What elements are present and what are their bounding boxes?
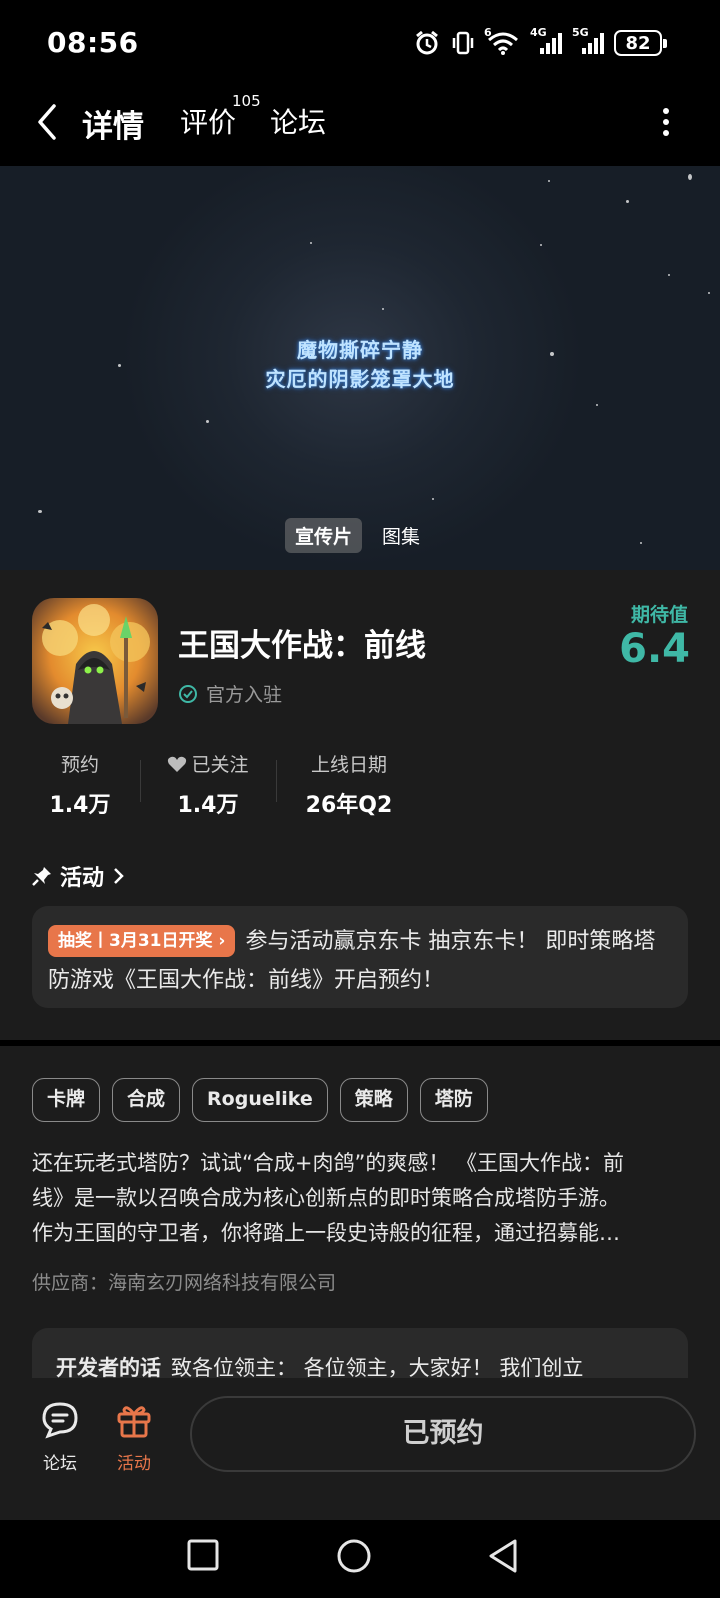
expect-value: 6.4: [619, 626, 690, 672]
game-title: 王国大作战：前线: [178, 628, 426, 664]
forum-button[interactable]: 论坛: [32, 1400, 88, 1474]
stat-value: 1.4万: [49, 793, 111, 818]
chevron-left-icon: [38, 104, 56, 140]
top-nav: 详情 评价 105 论坛: [0, 84, 720, 166]
review-count-badge: 105: [232, 92, 261, 110]
tag-list: 卡牌 合成 Roguelike 策略 塔防: [32, 1078, 488, 1122]
stat-label: 上线日期: [310, 754, 387, 776]
tag-item[interactable]: 塔防: [419, 1078, 488, 1122]
chevron-right-icon: [114, 868, 124, 884]
stat-followers[interactable]: 已关注 1.4万: [160, 750, 256, 819]
activity-title: 活动: [60, 866, 105, 891]
tab-detail-label: 详情: [82, 109, 144, 145]
home-icon[interactable]: [336, 1538, 372, 1574]
description-text[interactable]: 还在玩老式塔防？试试“合成+肉鸽”的爽感！ 《王国大作战：前 线》是一款以召唤合…: [32, 1146, 688, 1251]
developer-note-title: 开发者的话: [56, 1356, 161, 1380]
media-banner[interactable]: 魔物撕碎宁静 灾厄的阴影笼罩大地 宣传片 图集: [0, 166, 720, 570]
divider: [140, 760, 141, 802]
tag-item[interactable]: 卡牌: [32, 1078, 101, 1122]
tab-detail[interactable]: 详情: [82, 101, 144, 146]
tag-item[interactable]: 策略: [339, 1078, 408, 1122]
gift-icon: [117, 1406, 151, 1438]
tab-review[interactable]: 评价: [180, 101, 236, 141]
wifi-icon: 6: [484, 26, 520, 56]
expect-label: 期待值: [630, 604, 688, 626]
stat-release-date: 上线日期 26年Q2: [294, 750, 404, 819]
bottom-action-bar: 论坛 活动 已预约: [0, 1378, 720, 1520]
signal-5g-icon: 5G: [572, 26, 604, 56]
divider: [276, 760, 277, 802]
verified-badge: 官方入驻: [178, 680, 282, 707]
media-tab-trailer[interactable]: 宣传片: [285, 518, 363, 553]
reserved-button[interactable]: 已预约: [190, 1396, 696, 1472]
status-time: 08:56: [47, 26, 139, 59]
signal-5g-label: 5G: [572, 26, 589, 39]
stat-reservations: 预约 1.4万: [40, 750, 120, 819]
tag-item[interactable]: Roguelike: [192, 1078, 328, 1122]
stat-value: 26年Q2: [305, 793, 393, 818]
forum-label: 论坛: [43, 1454, 77, 1474]
description-line: 还在玩老式塔防？试试“合成+肉鸽”的爽感！ 《王国大作战：前: [32, 1151, 625, 1175]
vibrate-icon: [450, 30, 476, 56]
signal-4g-label: 4G: [530, 26, 547, 39]
tab-forum[interactable]: 论坛: [270, 101, 326, 141]
chat-icon: [42, 1402, 78, 1439]
stats-row: 预约 1.4万 已关注 1.4万 上线日期 26年Q2: [0, 750, 720, 820]
media-switch: 宣传片 图集: [285, 518, 430, 553]
status-bar: 08:56 6 4G 5G 82: [0, 0, 720, 84]
more-menu-button[interactable]: [660, 104, 672, 140]
wifi-badge: 6: [484, 26, 492, 39]
alarm-icon: [414, 30, 440, 56]
description-line: 作为王国的守卫者，你将踏上一段史诗般的征程，通过招募能…: [32, 1221, 620, 1245]
activity-header[interactable]: 活动: [32, 860, 126, 892]
tag-item[interactable]: 合成: [112, 1078, 181, 1122]
status-icons: 6 4G 5G 82: [414, 26, 667, 58]
more-vertical-icon: [663, 108, 669, 136]
activity-label: 活动: [117, 1454, 151, 1474]
media-tab-gallery[interactable]: 图集: [372, 518, 430, 553]
developer-note-text: 致各位领主： 各位领主，大家好！ 我们创立: [171, 1356, 584, 1380]
heart-icon: [168, 756, 187, 772]
system-nav-bar: [0, 1520, 720, 1598]
back-nav-icon[interactable]: [486, 1538, 520, 1574]
pin-icon: [32, 867, 51, 886]
stat-label: 已关注: [191, 754, 249, 776]
game-icon: [32, 598, 158, 724]
back-button[interactable]: [30, 100, 70, 144]
battery-icon: 82: [614, 30, 667, 56]
activity-button[interactable]: 活动: [106, 1400, 162, 1474]
media-caption-line1: 魔物撕碎宁静: [297, 338, 423, 362]
verified-label: 官方入驻: [206, 684, 283, 706]
description-line: 线》是一款以召唤合成为核心创新点的即时策略合成塔防手游。: [32, 1186, 620, 1210]
vendor-text: 供应商：海南玄刃网络科技有限公司: [32, 1272, 337, 1294]
game-info-card: 王国大作战：前线 官方入驻 期待值 6.4 预约 1.4万 已关注 1.4万 上…: [0, 570, 720, 1040]
check-circle-icon: [179, 684, 197, 703]
lottery-badge-label: 抽奖丨3月31日开奖: [58, 931, 213, 951]
lottery-badge[interactable]: 抽奖丨3月31日开奖 ›: [48, 925, 236, 957]
signal-4g-icon: 4G: [530, 26, 562, 56]
recents-icon[interactable]: [186, 1538, 220, 1572]
description-section: 卡牌 合成 Roguelike 策略 塔防 还在玩老式塔防？试试“合成+肉鸽”的…: [0, 1046, 720, 1386]
activity-card[interactable]: 抽奖丨3月31日开奖 › 参与活动赢京东卡 抽京东卡！ 即时策略塔防游戏《王国大作…: [32, 906, 688, 1008]
stat-value: 1.4万: [177, 793, 239, 818]
stat-label: 预约: [60, 754, 99, 776]
media-caption-line2: 灾厄的阴影笼罩大地: [265, 367, 455, 391]
